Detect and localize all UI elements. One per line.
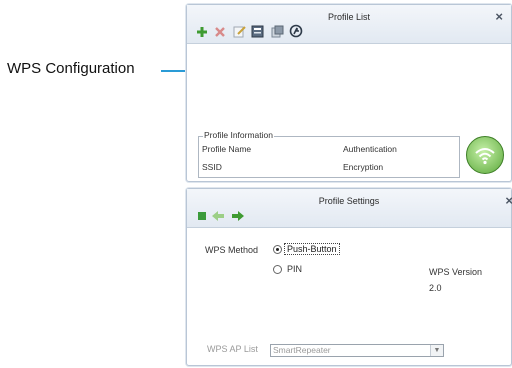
wps-ap-list-select[interactable]: SmartRepeater ▼ bbox=[270, 344, 444, 357]
forward-button[interactable] bbox=[231, 209, 245, 222]
wps-version-value: 2.0 bbox=[429, 283, 442, 293]
push-button-radio[interactable] bbox=[273, 245, 282, 254]
back-icon bbox=[212, 210, 224, 221]
profile-list-area[interactable] bbox=[193, 48, 505, 132]
delete-profile-button[interactable] bbox=[213, 25, 226, 38]
encryption-label: Encryption bbox=[343, 162, 384, 172]
set-default-profile-button[interactable] bbox=[271, 25, 284, 38]
wps-configuration-button[interactable] bbox=[289, 24, 303, 38]
profile-list-title: Profile List bbox=[327, 12, 371, 22]
wps-version-label: WPS Version bbox=[429, 267, 483, 277]
profile-settings-title: Profile Settings bbox=[318, 196, 380, 206]
pin-radio[interactable] bbox=[273, 265, 282, 274]
wps-ap-list-label: WPS AP List bbox=[207, 344, 258, 354]
pin-label: PIN bbox=[287, 264, 303, 274]
edit-profile-button[interactable] bbox=[233, 25, 246, 38]
set-default-icon bbox=[271, 25, 284, 38]
stop-button[interactable] bbox=[195, 209, 208, 222]
chevron-down-icon[interactable]: ▼ bbox=[430, 345, 443, 356]
stop-icon bbox=[197, 211, 206, 220]
authentication-label: Authentication bbox=[343, 144, 397, 154]
profile-list-titlebar: Profile List × bbox=[187, 5, 511, 44]
profile-information-legend: Profile Information bbox=[203, 130, 274, 140]
profile-name-label: Profile Name bbox=[202, 144, 252, 154]
push-button-option[interactable]: Push-Button bbox=[284, 243, 340, 255]
add-profile-button[interactable] bbox=[195, 25, 208, 38]
close-icon[interactable]: × bbox=[505, 194, 512, 207]
edit-icon bbox=[233, 26, 246, 38]
ssid-label: SSID bbox=[202, 162, 222, 172]
add-icon bbox=[196, 26, 207, 37]
wps-ap-list-value: SmartRepeater bbox=[273, 345, 331, 355]
push-button-label: Push-Button bbox=[287, 244, 337, 254]
connect-button[interactable] bbox=[466, 136, 504, 174]
back-button[interactable] bbox=[211, 209, 225, 222]
profile-list-panel: Profile List × Profile Information Profi… bbox=[186, 4, 512, 182]
wifi-connect-icon bbox=[475, 148, 495, 165]
delete-icon bbox=[214, 26, 225, 37]
forward-icon bbox=[232, 210, 244, 221]
wps-icon bbox=[289, 24, 303, 38]
profile-settings-panel: Profile Settings × WPS Method Push-Butto… bbox=[186, 188, 512, 366]
wps-method-label: WPS Method bbox=[205, 245, 259, 255]
wps-settings-area: WPS Method Push-Button PIN WPS Version 2… bbox=[193, 235, 505, 361]
duplicate-profile-button[interactable] bbox=[251, 25, 264, 38]
profile-information-box: Profile Information Profile Name Authent… bbox=[198, 130, 460, 178]
close-icon[interactable]: × bbox=[495, 10, 503, 23]
duplicate-icon bbox=[251, 25, 264, 38]
profile-settings-titlebar: Profile Settings × bbox=[187, 189, 512, 228]
